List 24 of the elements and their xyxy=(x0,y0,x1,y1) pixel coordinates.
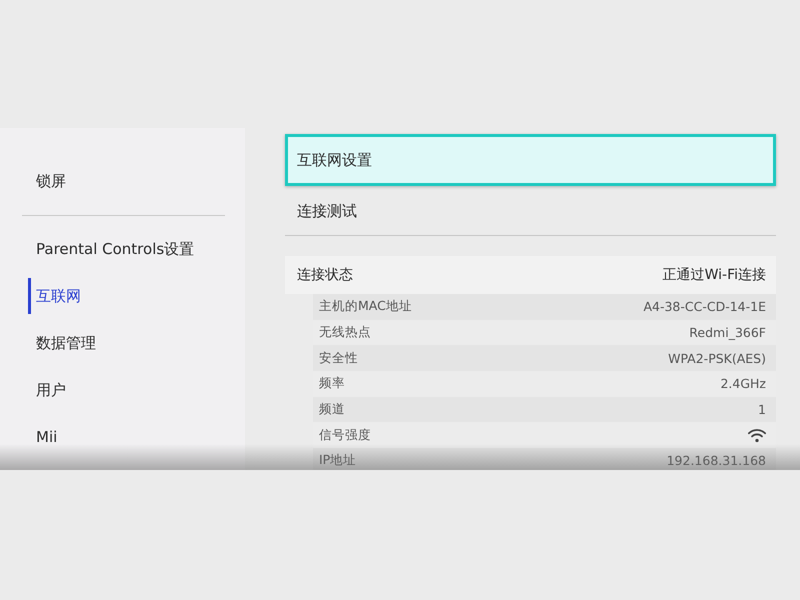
sidebar-item[interactable]: 锁屏 xyxy=(28,158,245,205)
detail-label: IP地址 xyxy=(319,452,356,470)
menu-item[interactable]: 互联网设置 xyxy=(285,134,776,186)
detail-label: 频率 xyxy=(319,375,345,392)
detail-label: 信号强度 xyxy=(319,426,371,444)
detail-label: 频道 xyxy=(319,401,345,418)
detail-label: 无线热点 xyxy=(319,324,371,342)
detail-label: 安全性 xyxy=(319,350,358,367)
sidebar-item[interactable]: Mii xyxy=(28,414,245,461)
detail-value: A4-38-CC-CD-14-1E xyxy=(643,299,766,314)
detail-value: 1 xyxy=(758,402,766,418)
sidebar-item[interactable]: 数据管理 xyxy=(28,320,245,367)
detail-value: 2.4GHz xyxy=(720,376,766,392)
status-value: 正通过Wi-Fi连接 xyxy=(662,266,766,284)
detail-value: WPA2-PSK(AES) xyxy=(668,350,766,366)
detail-value: 192.168.31.168 xyxy=(666,453,766,468)
detail-label: 主机的MAC地址 xyxy=(319,298,412,316)
sidebar-item[interactable]: Parental Controls设置 xyxy=(28,226,245,273)
wifi-signal-icon xyxy=(748,428,766,443)
status-label: 连接状态 xyxy=(297,266,353,284)
detail-value: Redmi_366F xyxy=(689,325,766,340)
sidebar-item[interactable]: 互联网 xyxy=(28,278,245,314)
sidebar-item[interactable]: 用户 xyxy=(28,367,245,414)
menu-item[interactable]: 连接测试 xyxy=(285,188,776,235)
